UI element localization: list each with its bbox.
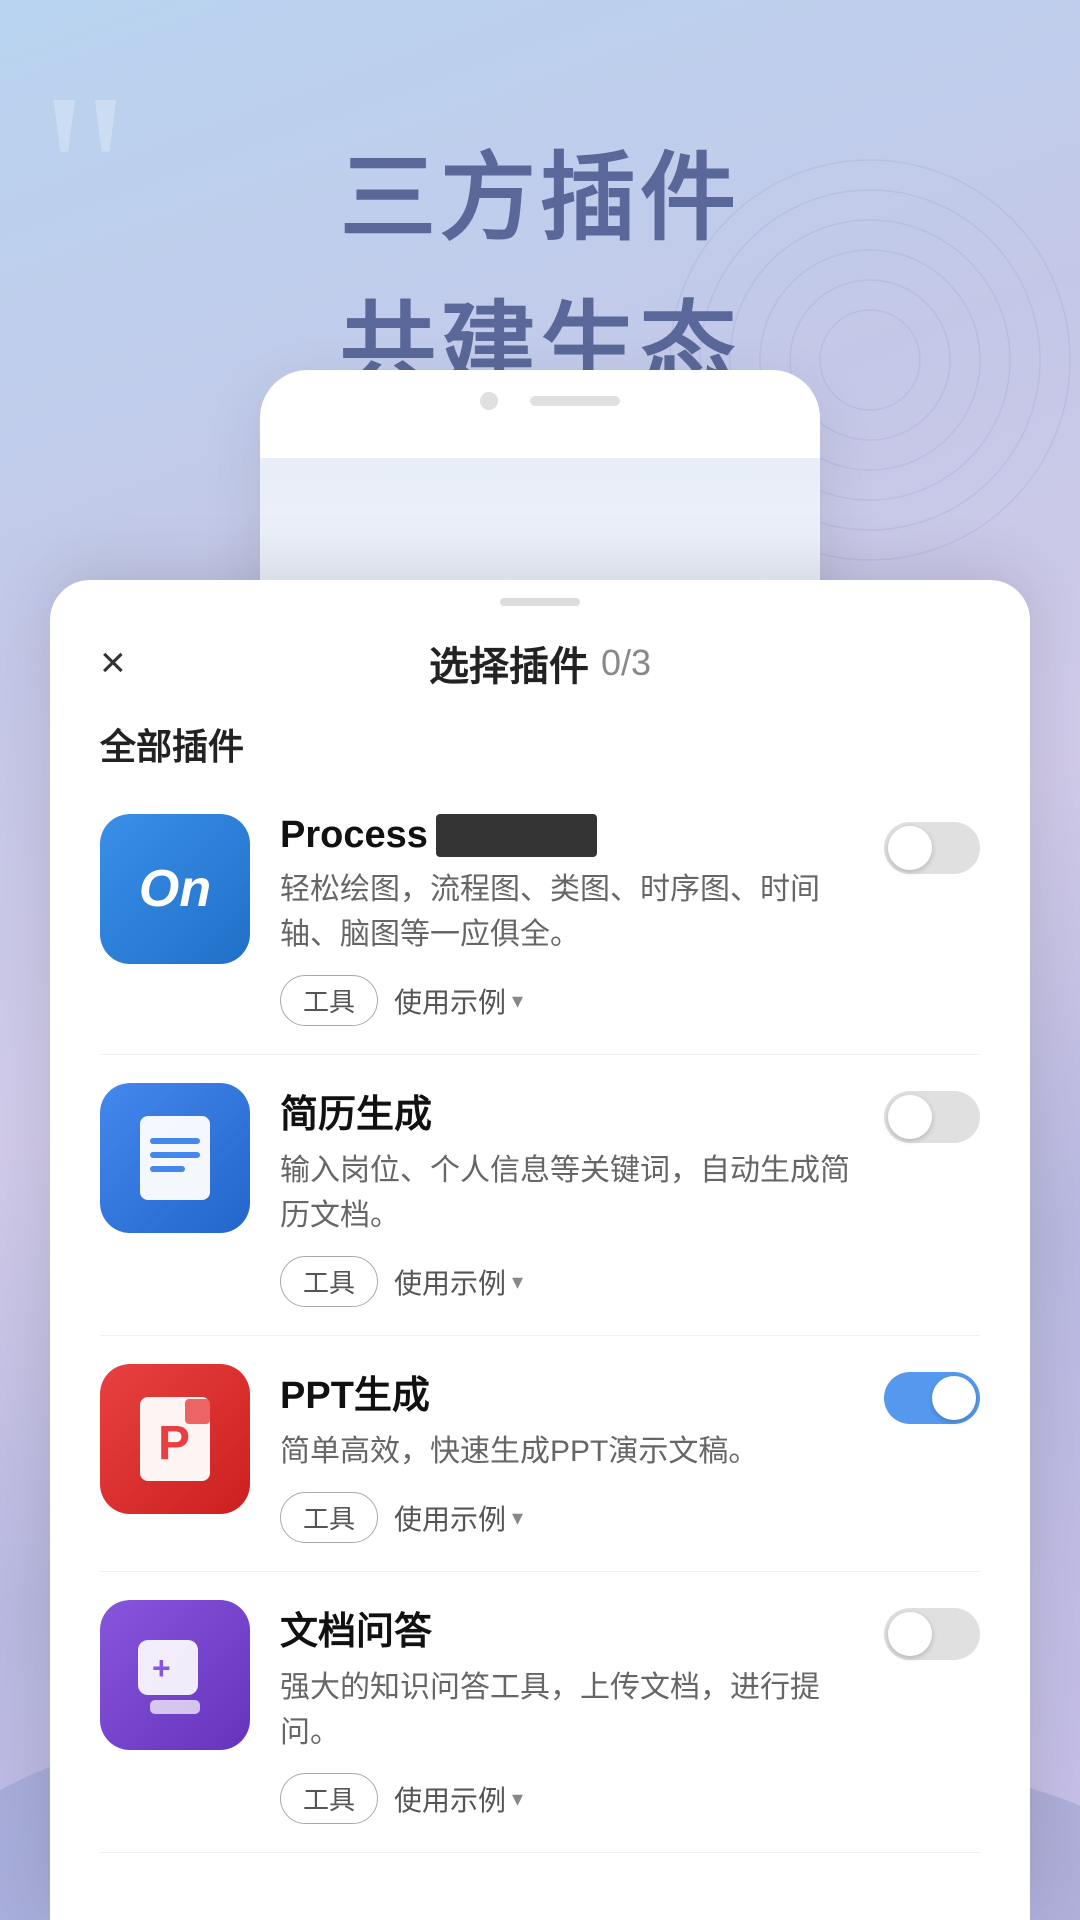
hero-section: 三方插件 共建生态 bbox=[0, 120, 1080, 408]
plugin-item-ppt: P PPT生成 简单高效，快速生成PPT演示文稿。 工具 使用示例 ▾ bbox=[100, 1336, 980, 1572]
svg-text:P: P bbox=[158, 1417, 190, 1470]
plugin-list: On Process██████ 轻松绘图，流程图、类图、时序图、时间轴、脑图等… bbox=[50, 786, 1030, 1853]
phone-camera bbox=[480, 392, 498, 410]
example-link-docqa[interactable]: 使用示例 ▾ bbox=[394, 1779, 523, 1819]
chevron-down-icon: ▾ bbox=[512, 1269, 523, 1295]
example-link-processon[interactable]: 使用示例 ▾ bbox=[394, 981, 523, 1021]
processon-icon-text: On bbox=[139, 859, 211, 919]
plugin-desc-processon: 轻松绘图，流程图、类图、时序图、时间轴、脑图等一应俱全。 bbox=[280, 867, 872, 957]
toggle-wrap-processon bbox=[884, 814, 980, 874]
sheet-title: 选择插件 bbox=[429, 634, 589, 692]
toggle-resume[interactable] bbox=[884, 1091, 980, 1143]
chevron-down-icon: ▾ bbox=[512, 988, 523, 1014]
ppt-icon-svg: P bbox=[130, 1389, 220, 1489]
hero-title-line1: 三方插件 bbox=[0, 120, 1080, 259]
plugin-tags-ppt: 工具 使用示例 ▾ bbox=[280, 1492, 872, 1543]
docqa-icon-svg: + bbox=[130, 1625, 220, 1725]
plugin-content-docqa: 文档问答 强大的知识问答工具，上传文档，进行提问。 工具 使用示例 ▾ bbox=[280, 1600, 872, 1824]
plugin-name-docqa: 文档问答 bbox=[280, 1600, 872, 1655]
plugin-icon-processon: On bbox=[100, 814, 250, 964]
plugin-name-ppt: PPT生成 bbox=[280, 1364, 872, 1419]
plugin-icon-ppt: P bbox=[100, 1364, 250, 1514]
plugin-icon-docqa: + bbox=[100, 1600, 250, 1750]
sheet-count: 0/3 bbox=[601, 642, 651, 684]
plugin-tags-processon: 工具 使用示例 ▾ bbox=[280, 975, 872, 1026]
plugin-tags-docqa: 工具 使用示例 ▾ bbox=[280, 1773, 872, 1824]
toggle-processon[interactable] bbox=[884, 822, 980, 874]
plugin-name-processon: Process██████ bbox=[280, 814, 872, 857]
plugin-tag-ppt: 工具 bbox=[280, 1492, 378, 1543]
plugin-content-processon: Process██████ 轻松绘图，流程图、类图、时序图、时间轴、脑图等一应俱… bbox=[280, 814, 872, 1026]
toggle-wrap-resume bbox=[884, 1083, 980, 1143]
redacted-text: ██████ bbox=[436, 814, 598, 857]
bottom-sheet: × 选择插件 0/3 全部插件 On Process██████ 轻松绘图，流程… bbox=[50, 580, 1030, 1920]
plugin-item-processon: On Process██████ 轻松绘图，流程图、类图、时序图、时间轴、脑图等… bbox=[100, 786, 980, 1055]
toggle-docqa[interactable] bbox=[884, 1608, 980, 1660]
plugin-tag-processon: 工具 bbox=[280, 975, 378, 1026]
plugin-content-resume: 简历生成 输入岗位、个人信息等关键词，自动生成简历文档。 工具 使用示例 ▾ bbox=[280, 1083, 872, 1307]
resume-icon-svg bbox=[130, 1108, 220, 1208]
example-link-resume[interactable]: 使用示例 ▾ bbox=[394, 1262, 523, 1302]
plugin-desc-ppt: 简单高效，快速生成PPT演示文稿。 bbox=[280, 1429, 872, 1474]
plugin-item-docqa: + 文档问答 强大的知识问答工具，上传文档，进行提问。 工具 使用示例 ▾ bbox=[100, 1572, 980, 1853]
plugin-content-ppt: PPT生成 简单高效，快速生成PPT演示文稿。 工具 使用示例 ▾ bbox=[280, 1364, 872, 1543]
category-label: 全部插件 bbox=[50, 702, 1030, 786]
plugin-icon-resume bbox=[100, 1083, 250, 1233]
plugin-name-resume: 简历生成 bbox=[280, 1083, 872, 1138]
svg-text:+: + bbox=[152, 1650, 171, 1686]
chevron-down-icon: ▾ bbox=[512, 1505, 523, 1531]
sheet-handle bbox=[500, 598, 580, 606]
plugin-tags-resume: 工具 使用示例 ▾ bbox=[280, 1256, 872, 1307]
plugin-tag-docqa: 工具 bbox=[280, 1773, 378, 1824]
toggle-wrap-docqa bbox=[884, 1600, 980, 1660]
toggle-ppt[interactable] bbox=[884, 1372, 980, 1424]
chevron-down-icon: ▾ bbox=[512, 1786, 523, 1812]
plugin-tag-resume: 工具 bbox=[280, 1256, 378, 1307]
sheet-header: × 选择插件 0/3 bbox=[50, 606, 1030, 702]
example-link-ppt[interactable]: 使用示例 ▾ bbox=[394, 1498, 523, 1538]
close-button[interactable]: × bbox=[100, 641, 126, 685]
plugin-desc-docqa: 强大的知识问答工具，上传文档，进行提问。 bbox=[280, 1665, 872, 1755]
toggle-wrap-ppt bbox=[884, 1364, 980, 1424]
plugin-item-resume: 简历生成 输入岗位、个人信息等关键词，自动生成简历文档。 工具 使用示例 ▾ bbox=[100, 1055, 980, 1336]
plugin-desc-resume: 输入岗位、个人信息等关键词，自动生成简历文档。 bbox=[280, 1148, 872, 1238]
phone-speaker bbox=[530, 396, 620, 406]
